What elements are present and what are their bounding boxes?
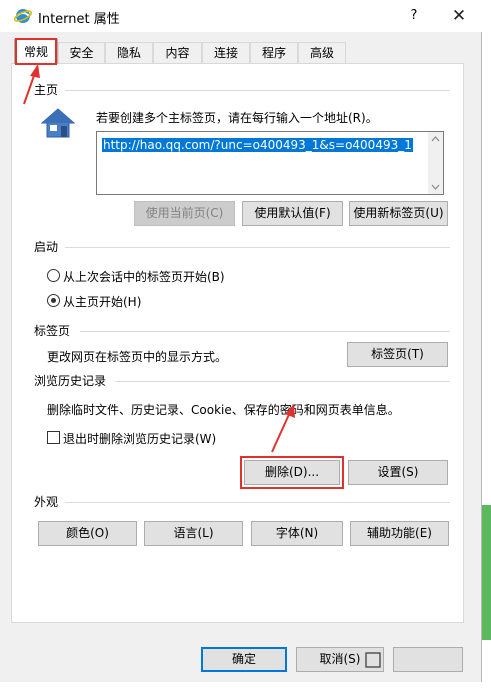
annotation-arrows — [23, 64, 295, 453]
